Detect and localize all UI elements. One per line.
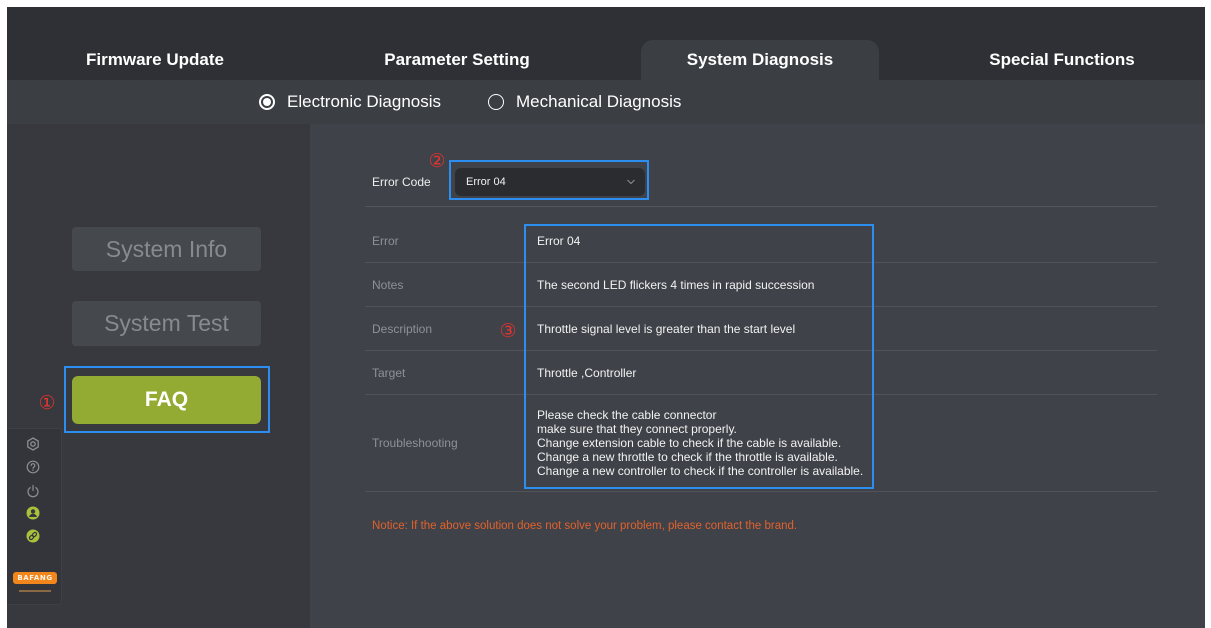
radio-button-icon[interactable] <box>259 94 275 110</box>
detail-label: Error <box>372 233 399 248</box>
detail-label: Description <box>372 321 433 336</box>
tab-system-diagnosis[interactable]: System Diagnosis <box>641 40 879 80</box>
notice-text: Notice: If the above solution does not s… <box>372 520 798 532</box>
detail-label: Notes <box>372 277 404 292</box>
tab-parameter-setting[interactable]: Parameter Setting <box>338 40 576 80</box>
tab-label: Parameter Setting <box>384 50 530 69</box>
annotation-highlight-box <box>64 366 270 433</box>
annotation-marker-1: ① <box>38 392 56 414</box>
settings-icon[interactable] <box>26 437 40 451</box>
annotation-marker-3: ③ <box>499 320 517 342</box>
annotation-marker-2: ② <box>428 150 446 172</box>
radio-button-icon[interactable] <box>488 94 504 110</box>
system-test-button[interactable]: System Test <box>72 301 261 346</box>
link-icon[interactable] <box>26 529 40 543</box>
radio-label: Mechanical Diagnosis <box>516 92 682 111</box>
button-label: System Info <box>105 235 228 262</box>
main-tab-bar: Firmware Update Parameter Setting System… <box>7 7 1205 80</box>
app-window: Firmware Update Parameter Setting System… <box>7 7 1205 628</box>
tab-firmware-update[interactable]: Firmware Update <box>36 40 274 80</box>
power-icon[interactable] <box>26 484 40 498</box>
annotation-highlight-box <box>524 224 874 489</box>
radio-label: Electronic Diagnosis <box>287 92 442 111</box>
tab-label: System Diagnosis <box>686 50 834 69</box>
sidebar: System Info System Test FAQ ① BAFANG <box>7 124 310 628</box>
error-code-label: Error Code <box>372 175 431 189</box>
radio-electronic-diagnosis[interactable]: Electronic Diagnosis <box>259 80 441 124</box>
radio-mechanical-diagnosis[interactable]: Mechanical Diagnosis <box>488 80 681 124</box>
logo-tagline-mark <box>19 590 51 592</box>
bafang-logo: BAFANG <box>13 572 57 584</box>
annotation-highlight-box <box>449 160 649 200</box>
help-icon[interactable] <box>26 460 40 474</box>
tab-label: Firmware Update <box>86 50 224 69</box>
system-info-button[interactable]: System Info <box>72 227 261 271</box>
detail-label: Target <box>372 365 406 380</box>
faq-content: ② Error Code Error 04 Error Error 04 Not… <box>310 124 1205 628</box>
tab-special-functions[interactable]: Special Functions <box>943 40 1181 80</box>
tab-label: Special Functions <box>989 50 1135 69</box>
user-icon[interactable] <box>26 506 40 520</box>
section-divider <box>365 206 1157 207</box>
diagnosis-mode-bar: Electronic Diagnosis Mechanical Diagnosi… <box>7 80 1205 124</box>
detail-label: Troubleshooting <box>372 436 458 450</box>
button-label: System Test <box>104 310 229 336</box>
utility-toolbar: BAFANG <box>7 428 62 605</box>
